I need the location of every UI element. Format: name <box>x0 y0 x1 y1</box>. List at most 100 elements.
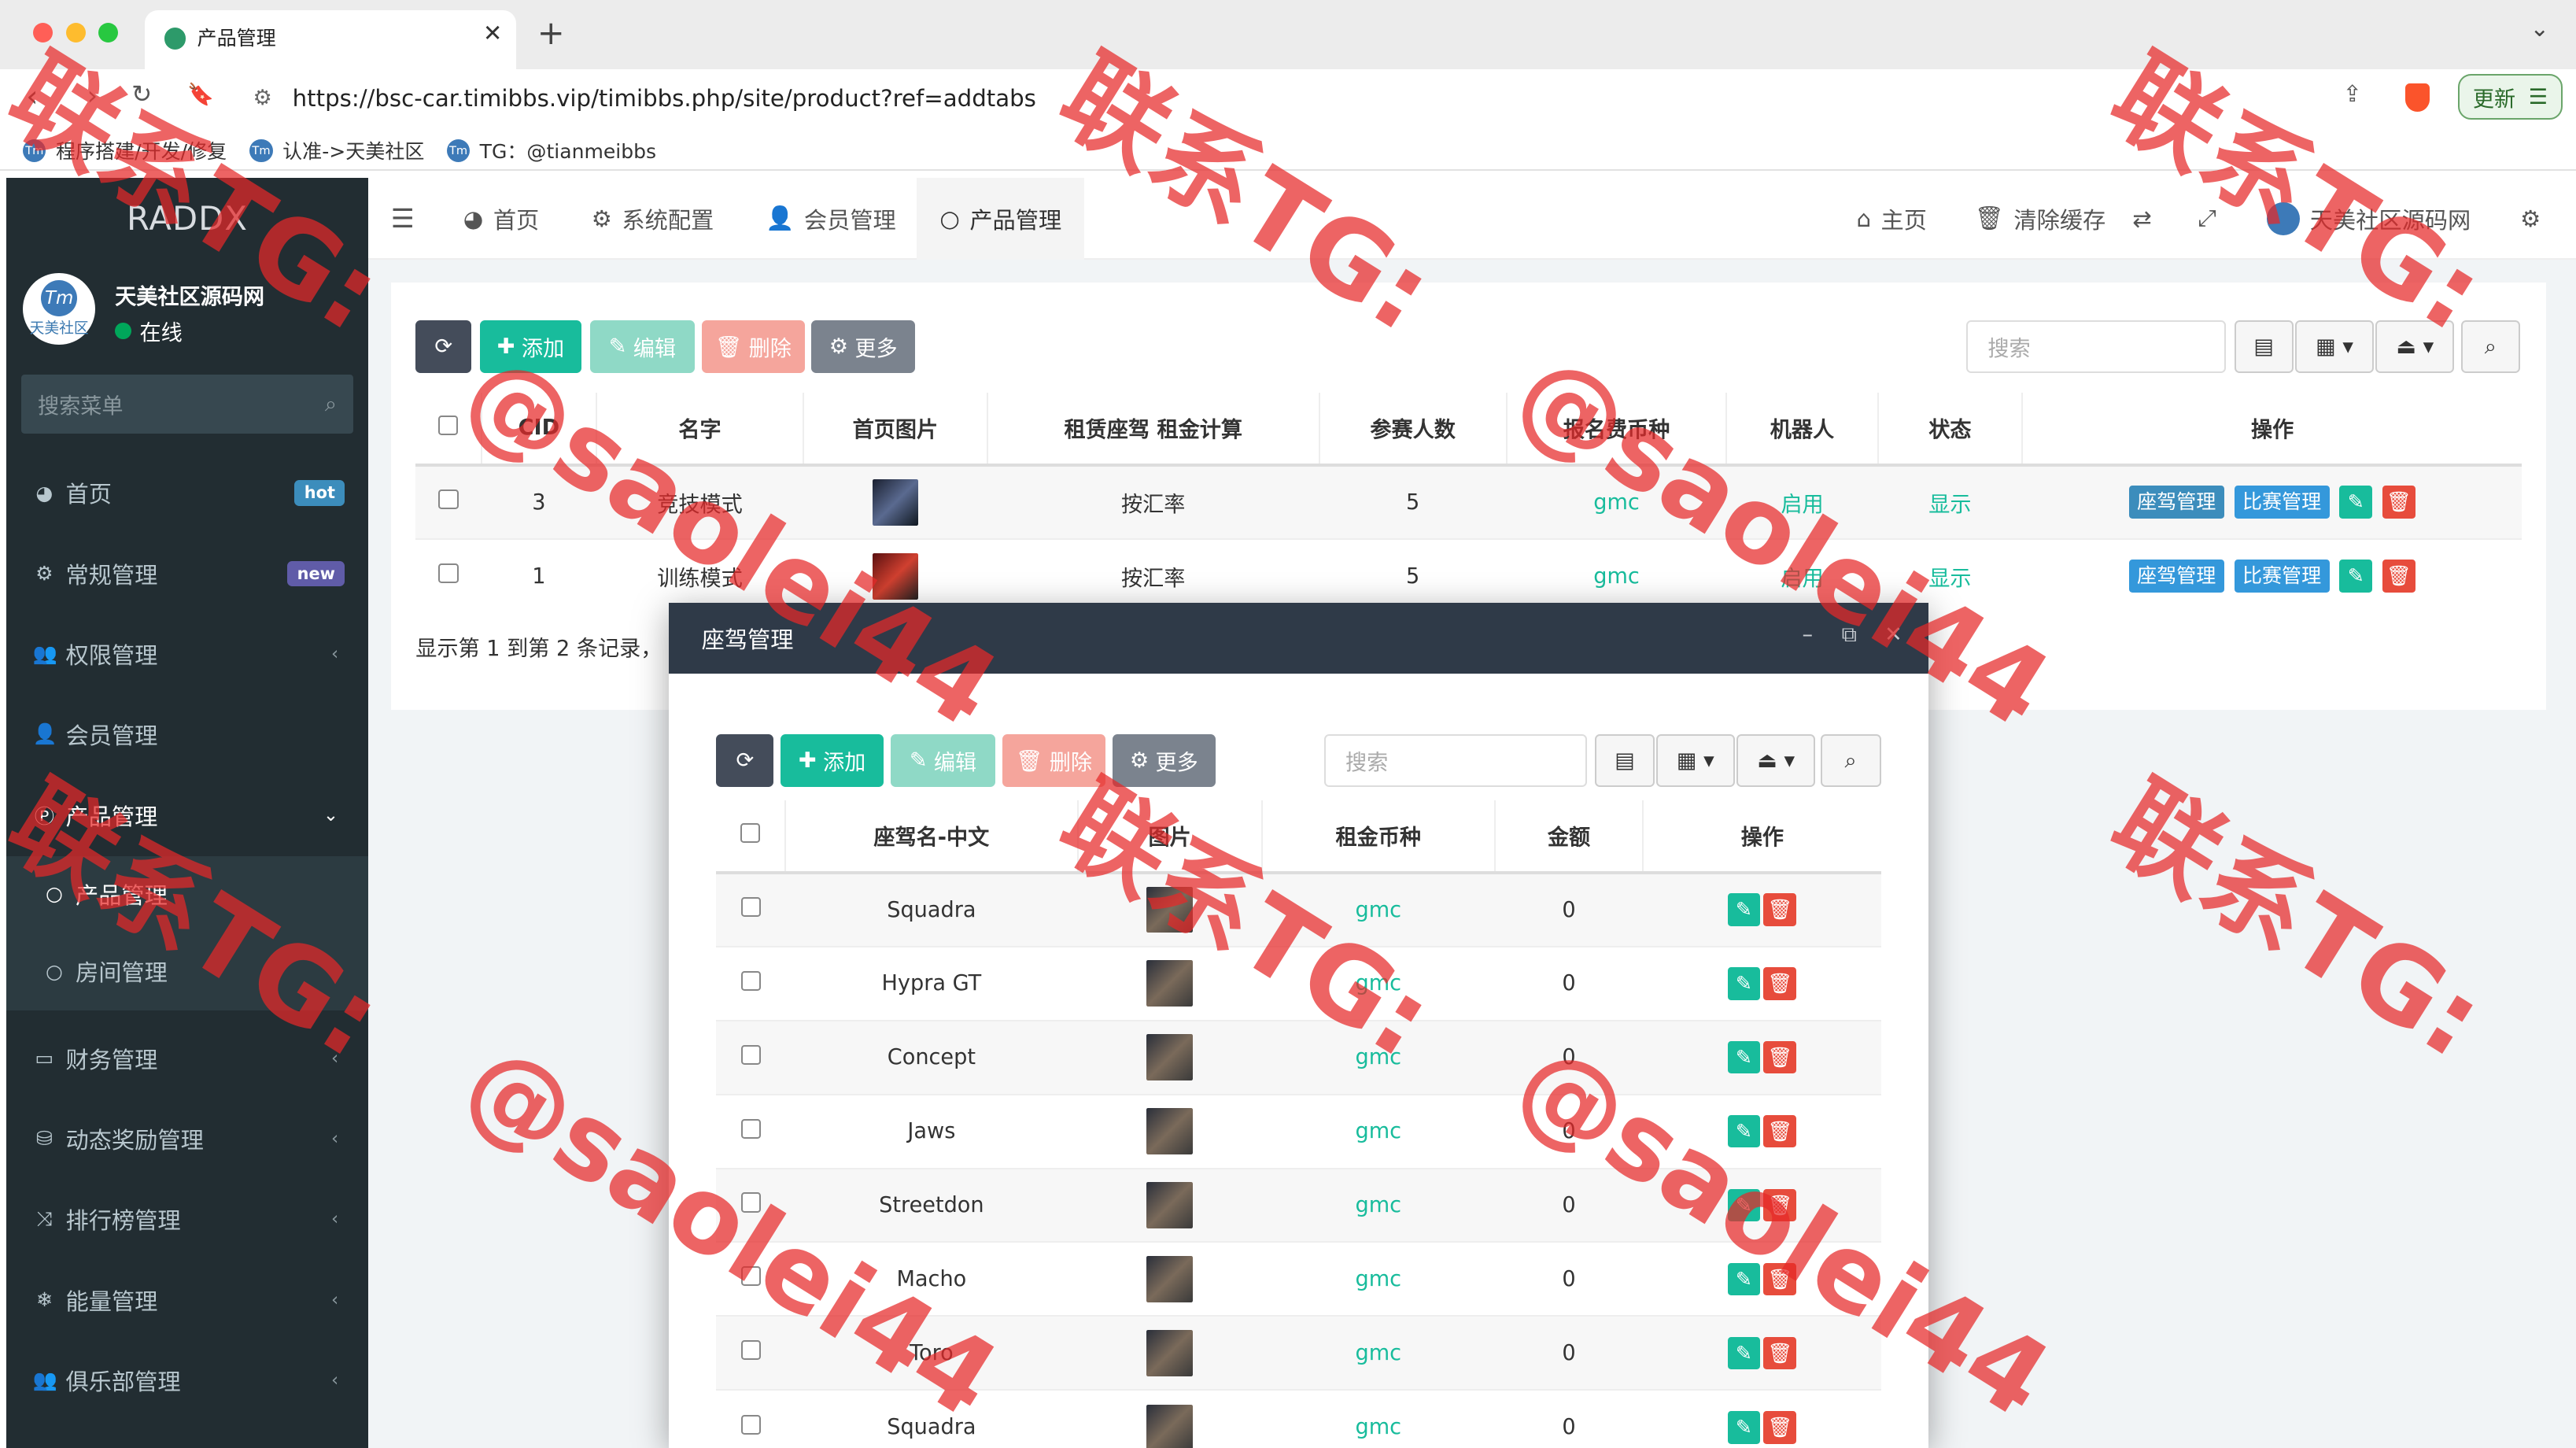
edit-row-icon[interactable]: ✎ <box>1727 1262 1761 1296</box>
sidebar-subitem-products[interactable]: ○ 产品管理 <box>6 855 368 932</box>
delete-row-icon[interactable]: 🗑 <box>1763 966 1797 1000</box>
race-manage-button[interactable]: 比赛管理 <box>2234 560 2330 593</box>
clear-cache-button[interactable]: 🗑 清除缓存 <box>1975 178 2106 260</box>
product-thumbnail[interactable] <box>872 479 919 526</box>
browser-tab[interactable]: 产品管理 ✕ <box>144 9 516 69</box>
bookmark-item[interactable]: Tm TG：@tianmeibbs <box>446 136 656 164</box>
select-all-checkbox[interactable] <box>716 800 787 874</box>
delete-row-icon[interactable]: 🗑 <box>2382 486 2415 519</box>
sidebar-item-leaderboard[interactable]: ⤨ 排行榜管理 ‹ <box>6 1180 367 1258</box>
robot-cell[interactable]: 启用 <box>1726 464 1878 539</box>
columns-dropdown-icon[interactable]: ▦ ▾ <box>1655 734 1735 788</box>
delete-row-icon[interactable]: 🗑 <box>2382 560 2415 593</box>
car-thumbnail[interactable] <box>1146 886 1193 933</box>
col-cid[interactable]: CID <box>481 393 597 467</box>
back-icon[interactable]: ‹ <box>26 79 38 113</box>
delete-row-icon[interactable]: 🗑 <box>1763 1040 1797 1074</box>
modal-more-button[interactable]: ⚙ 更多 <box>1112 734 1216 788</box>
modal-search-input[interactable]: 搜索 <box>1323 734 1587 788</box>
minimize-window-icon[interactable] <box>65 23 86 43</box>
columns-dropdown-icon[interactable]: ▦ ▾ <box>2294 320 2375 373</box>
bookmark-icon[interactable]: 🔖 <box>187 82 214 107</box>
modal-edit-button[interactable]: ✎ 编辑 <box>890 734 996 788</box>
row-checkbox[interactable] <box>716 1167 786 1243</box>
delete-row-icon[interactable]: 🗑 <box>1763 1336 1797 1370</box>
robot-cell[interactable]: 启用 <box>1726 537 1878 613</box>
image-cell[interactable] <box>1077 871 1262 947</box>
maximize-window-icon[interactable] <box>98 23 119 43</box>
tab-home[interactable]: ◕ 首页 <box>463 178 539 260</box>
car-thumbnail[interactable] <box>1146 1108 1193 1154</box>
image-cell[interactable] <box>1077 945 1262 1021</box>
close-tab-icon[interactable]: ✕ <box>483 20 502 46</box>
sidebar-item-products[interactable]: Ⓟ 产品管理 ⌄ <box>6 776 367 855</box>
url-bar[interactable]: ⚙ https://bsc-car.timibbs.vip/timibbs.ph… <box>237 76 2448 121</box>
delete-row-icon[interactable]: 🗑 <box>1763 893 1797 927</box>
sidebar-item-energy[interactable]: ❄ 能量管理 ‹ <box>6 1260 367 1339</box>
car-thumbnail[interactable] <box>1146 960 1193 1007</box>
toggle-view-icon[interactable]: ▤ <box>1595 734 1655 788</box>
delete-row-icon[interactable]: 🗑 <box>1763 1262 1797 1296</box>
search-input[interactable]: 搜索 <box>1966 320 2227 373</box>
forward-icon[interactable]: › <box>87 80 98 111</box>
status-cell[interactable]: 显示 <box>1877 464 2023 539</box>
close-window-icon[interactable] <box>32 23 53 43</box>
delete-button[interactable]: 🗑 删除 <box>701 320 806 373</box>
row-checkbox[interactable] <box>716 871 786 947</box>
delete-row-icon[interactable]: 🗑 <box>1763 1114 1797 1148</box>
car-thumbnail[interactable] <box>1146 1404 1193 1448</box>
product-thumbnail[interactable] <box>872 553 919 600</box>
row-checkbox[interactable] <box>716 945 786 1021</box>
row-checkbox[interactable] <box>716 1241 786 1317</box>
delete-row-icon[interactable]: 🗑 <box>1763 1410 1797 1444</box>
search-icon[interactable]: ⌕ <box>2460 320 2520 373</box>
settings-icon[interactable]: ⚙ <box>2520 178 2541 260</box>
edit-button[interactable]: ✎ 编辑 <box>589 320 696 373</box>
edit-row-icon[interactable]: ✎ <box>2339 560 2373 593</box>
sidebar-item-finance[interactable]: ▭ 财务管理 ‹ <box>6 1019 367 1098</box>
fullscreen-icon[interactable]: ⤢ <box>2198 178 2216 260</box>
sidebar-item-rewards[interactable]: ⛁ 动态奖励管理 ‹ <box>6 1099 367 1178</box>
sidebar-subitem-rooms[interactable]: ○ 房间管理 <box>6 931 368 1011</box>
tab-members[interactable]: 👤 会员管理 <box>766 178 896 260</box>
image-cell[interactable] <box>1077 1019 1262 1095</box>
image-cell[interactable] <box>803 537 987 613</box>
car-thumbnail[interactable] <box>1146 1034 1193 1080</box>
modal-delete-button[interactable]: 🗑 删除 <box>1002 734 1106 788</box>
bookmark-item[interactable]: Tm 认准->天美社区 <box>249 136 424 164</box>
search-icon[interactable]: ⌕ <box>325 392 337 417</box>
car-thumbnail[interactable] <box>1146 1330 1193 1376</box>
translate-icon[interactable]: ⇄ <box>2132 178 2151 260</box>
car-thumbnail[interactable] <box>1146 1182 1193 1228</box>
row-checkbox[interactable] <box>716 1315 786 1391</box>
edit-row-icon[interactable]: ✎ <box>1727 966 1761 1000</box>
edit-row-icon[interactable]: ✎ <box>1727 1040 1761 1074</box>
search-icon[interactable]: ⌕ <box>1820 734 1881 788</box>
new-tab-icon[interactable]: + <box>537 13 565 52</box>
image-cell[interactable] <box>1077 1315 1262 1391</box>
sidebar-item-general[interactable]: ⚙ 常规管理 new <box>6 534 367 613</box>
car-thumbnail[interactable] <box>1146 1256 1193 1302</box>
edit-row-icon[interactable]: ✎ <box>1727 893 1761 927</box>
sidebar-toggle-icon[interactable]: ☰ <box>391 178 415 260</box>
car-manage-button[interactable]: 座驾管理 <box>2128 560 2224 593</box>
image-cell[interactable] <box>1077 1093 1262 1169</box>
image-cell[interactable] <box>1077 1241 1262 1317</box>
update-button[interactable]: 更新 ☰ <box>2457 73 2563 120</box>
image-cell[interactable] <box>1077 1167 1262 1243</box>
delete-row-icon[interactable]: 🗑 <box>1763 1188 1797 1222</box>
admin-user-menu[interactable]: 天美社区源码网 <box>2267 178 2471 260</box>
edit-row-icon[interactable]: ✎ <box>1727 1410 1761 1444</box>
home-link[interactable]: ⌂ 主页 <box>1856 178 1927 260</box>
more-button[interactable]: ⚙ 更多 <box>811 320 915 373</box>
row-checkbox[interactable] <box>716 1093 786 1169</box>
close-icon[interactable]: ✕ <box>1884 622 1902 647</box>
car-manage-button[interactable]: 座驾管理 <box>2128 486 2224 519</box>
edit-row-icon[interactable]: ✎ <box>2339 486 2373 519</box>
row-checkbox[interactable] <box>716 1019 786 1095</box>
select-all-checkbox[interactable] <box>415 393 482 467</box>
reload-icon[interactable]: ↻ <box>131 80 152 109</box>
sidebar-item-members[interactable]: 👤 会员管理 <box>6 695 367 774</box>
edit-row-icon[interactable]: ✎ <box>1727 1336 1761 1370</box>
tab-system-config[interactable]: ⚙ 系统配置 <box>592 178 714 260</box>
